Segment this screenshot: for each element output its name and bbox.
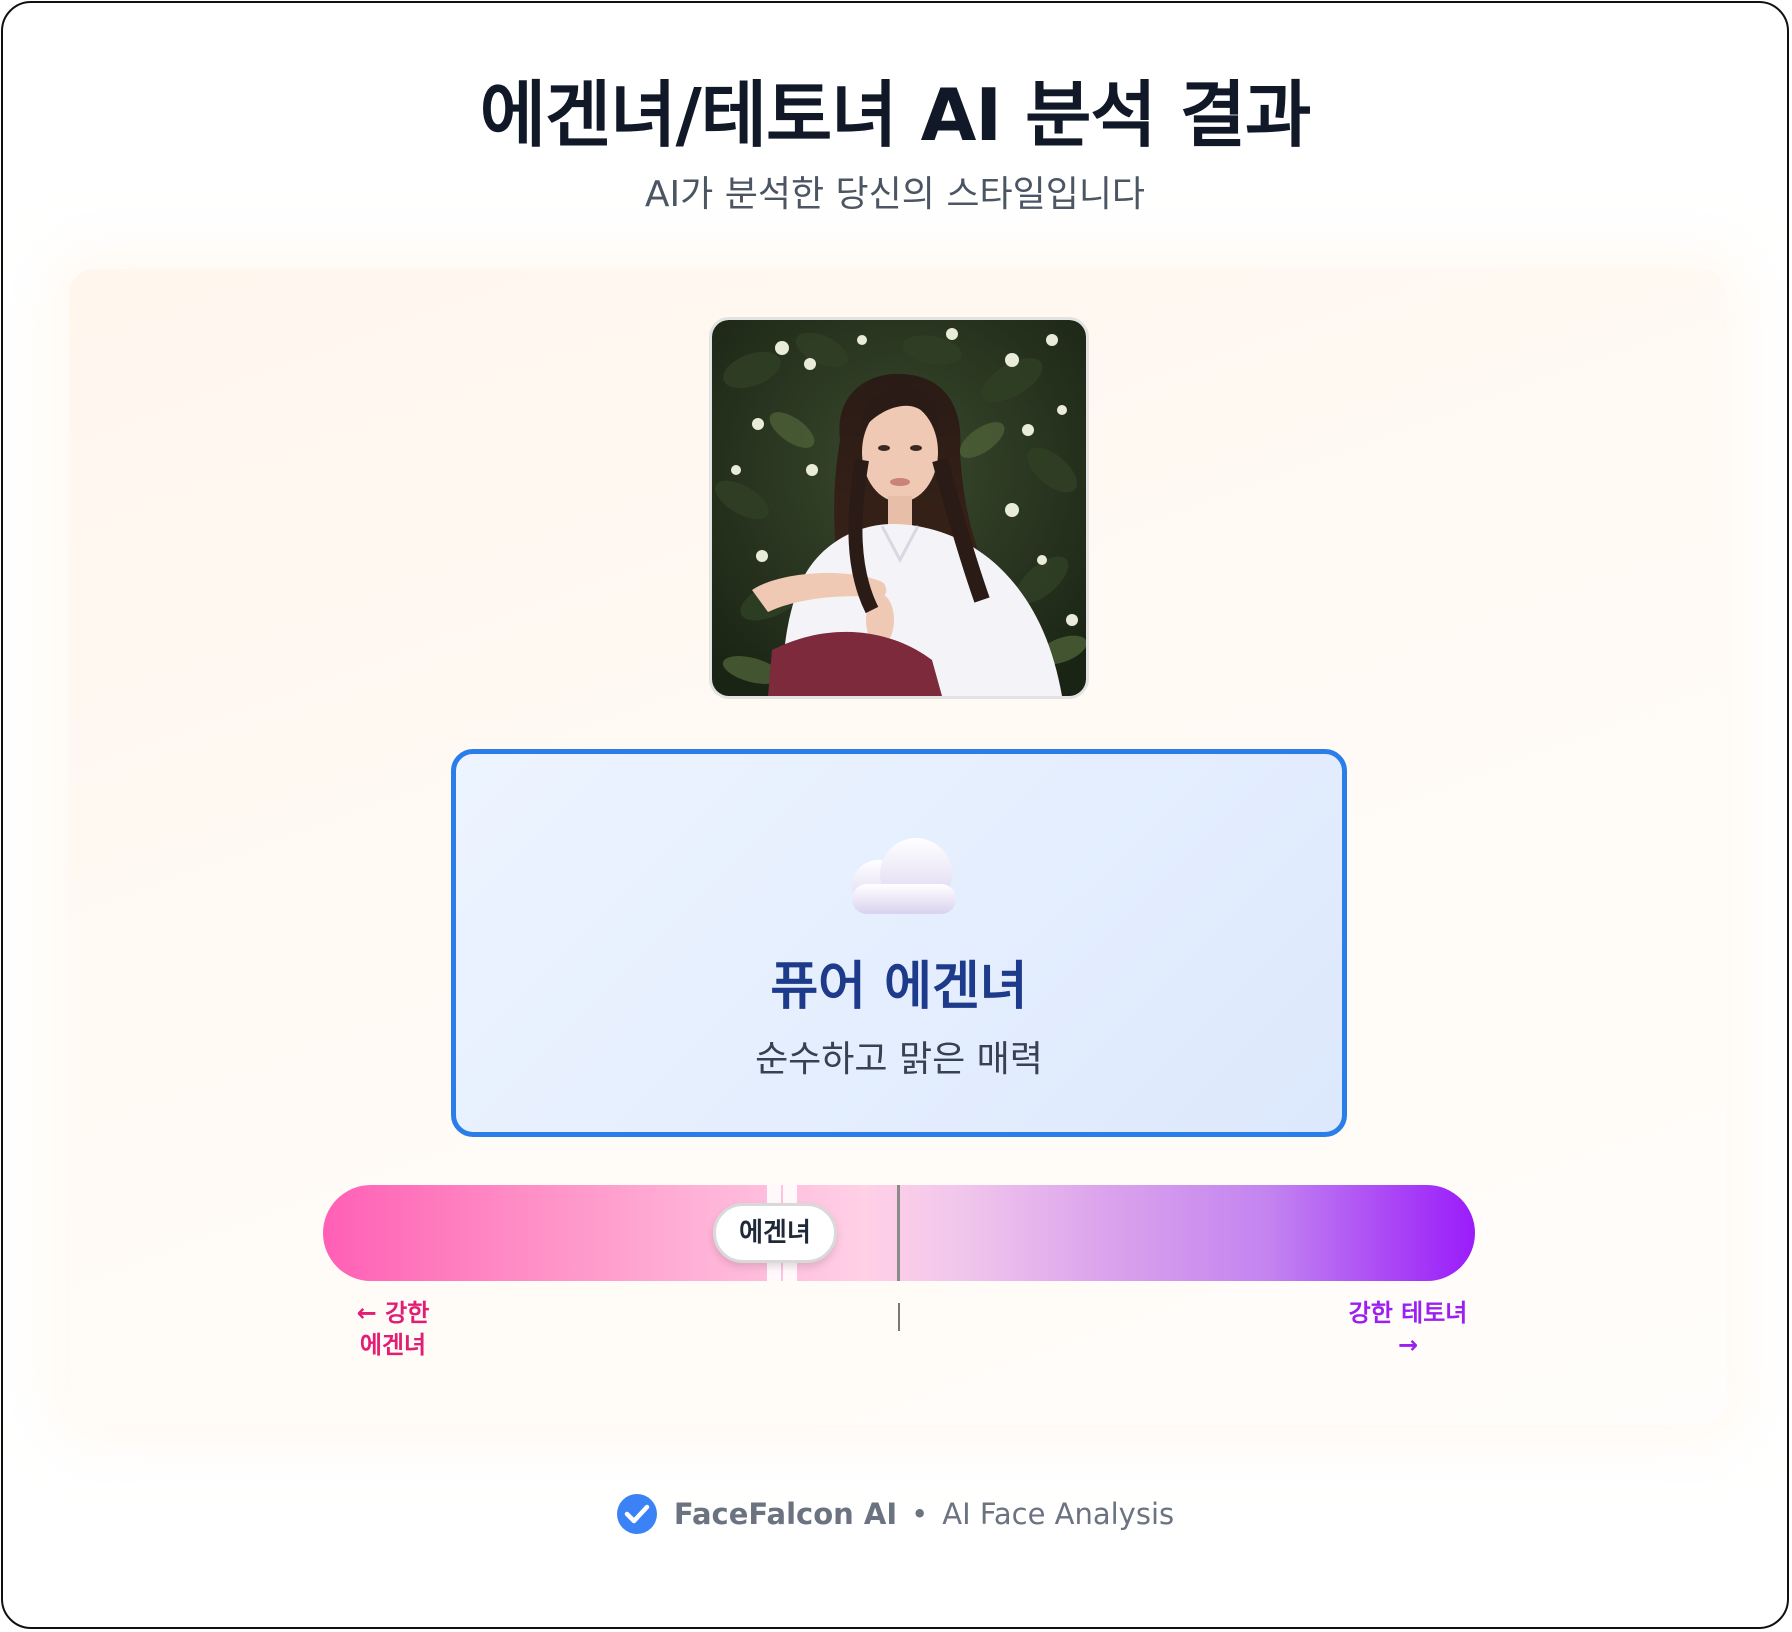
scale-left-label-line2: 에겐녀 (359, 1331, 427, 1359)
footer: FaceFalcon AI • AI Face Analysis (3, 1491, 1787, 1537)
portrait-photo (709, 317, 1089, 699)
scale-right-label-line1: 강한 테토녀 (1348, 1299, 1468, 1327)
result-frame: 에겐녀/테토녀 AI 분석 결과 AI가 분석한 당신의 스타일입니다 퓨어 에… (1, 1, 1789, 1629)
page-subtitle: AI가 분석한 당신의 스타일입니다 (644, 174, 1146, 215)
scale-center-tick (898, 1303, 900, 1331)
scale-marker: 에겐녀 (713, 1203, 837, 1263)
cloud-icon (852, 838, 956, 914)
result-card: 퓨어 에겐녀 순수하고 맑은 매력 (451, 749, 1347, 1137)
scale-right-label-line2: → (1397, 1331, 1419, 1359)
scale-left-label: ← 강한 에겐녀 (343, 1297, 443, 1361)
scale-left-label-line1: ← 강한 (356, 1299, 430, 1327)
footer-separator: • (911, 1497, 929, 1531)
page-title: 에겐녀/테토녀 AI 분석 결과 (479, 73, 1311, 157)
scale-right-label: 강한 테토녀 → (1341, 1297, 1475, 1361)
footer-brand: FaceFalcon AI (673, 1497, 898, 1531)
check-circle-icon (616, 1494, 657, 1534)
egen-teto-scale-bar: 에겐녀 (323, 1185, 1475, 1281)
scale-center-line (897, 1185, 900, 1281)
result-description: 순수하고 맑은 매력 (755, 1039, 1043, 1080)
footer-tagline: AI Face Analysis (942, 1497, 1175, 1531)
portrait-image (712, 320, 1086, 696)
result-title: 퓨어 에겐녀 (770, 957, 1028, 1017)
